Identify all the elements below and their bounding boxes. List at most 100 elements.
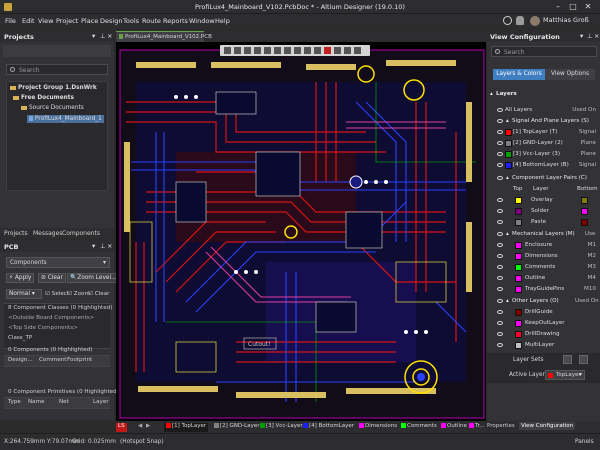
tab-layers-colors[interactable]: Layers & Colors: [493, 69, 545, 80]
tab-projects[interactable]: Projects: [4, 230, 28, 237]
layer-row-gnd[interactable]: [2] GND-Layer (2) Plane: [487, 139, 600, 149]
visibility-eye-icon[interactable]: [497, 220, 503, 224]
color-swatch[interactable]: [505, 140, 512, 147]
class-item[interactable]: Class_TP: [8, 335, 32, 341]
maximize-button[interactable]: □: [568, 2, 578, 12]
top-color-swatch[interactable]: [515, 208, 522, 215]
mech-row-outline[interactable]: Outline M4: [487, 274, 600, 284]
layer-tab-vcc[interactable]: [3] Vcc-Layer: [260, 423, 303, 432]
col-net[interactable]: Net: [59, 399, 69, 405]
document-tab[interactable]: ProfiLux4_Mainboard_V102.PCB: [116, 31, 212, 42]
visibility-eye-icon[interactable]: [497, 276, 503, 280]
panels-button[interactable]: Panels: [575, 439, 594, 445]
menu-reports[interactable]: Reports: [163, 17, 188, 25]
layer-tab-outline[interactable]: Outline: [441, 423, 467, 432]
visibility-eye-icon[interactable]: [497, 310, 503, 314]
select-checkbox[interactable]: ☑ Select: [45, 291, 69, 297]
layer-row-toplayer[interactable]: [1] TopLayer (T) Signal: [487, 128, 600, 138]
top-color-swatch[interactable]: [515, 219, 522, 226]
col-comment[interactable]: Comment: [39, 357, 66, 363]
scroll-right-icon[interactable]: ▶: [146, 423, 150, 432]
panel-menu-icon[interactable]: ▾: [92, 242, 95, 250]
col-designator[interactable]: Design...: [8, 357, 33, 363]
tab-view-configuration[interactable]: View Configuration: [519, 422, 576, 430]
bottom-color-swatch[interactable]: [581, 197, 588, 204]
pair-row-overlay[interactable]: Overlay: [487, 196, 600, 206]
menu-project[interactable]: Project: [56, 17, 78, 25]
visibility-eye-icon[interactable]: [497, 152, 503, 156]
other-row-keepout[interactable]: KeepOutLayer: [487, 319, 600, 329]
tab-messages[interactable]: Messages: [33, 230, 62, 237]
visibility-eye-icon[interactable]: [497, 343, 503, 347]
tree-free-documents[interactable]: Free Documents: [13, 95, 74, 101]
pair-row-paste[interactable]: Paste: [487, 218, 600, 228]
col-name[interactable]: Name: [28, 399, 45, 405]
tab-view-options[interactable]: View Options: [545, 69, 595, 80]
col-footprint[interactable]: Footprint: [67, 357, 92, 363]
layer-tab-comments[interactable]: Comments: [401, 423, 437, 432]
menu-view[interactable]: View: [38, 17, 53, 25]
pcb-mode-select[interactable]: Components ▾: [6, 257, 110, 268]
other-section-header[interactable]: ▴ Other Layers (O) Used On: [487, 297, 600, 307]
layer-row-bottomlayer[interactable]: [4] BottomLayer (B) Signal: [487, 161, 600, 171]
other-row-drilldrawing[interactable]: DrillDrawing: [487, 330, 600, 340]
visibility-eye-icon[interactable]: [497, 130, 503, 134]
panel-menu-icon[interactable]: ▾: [92, 32, 95, 40]
visibility-eye-icon[interactable]: [497, 287, 503, 291]
clear-button[interactable]: ⊘ Clear: [38, 273, 66, 283]
gear-icon[interactable]: [503, 16, 512, 25]
mech-row-comments[interactable]: Comments M3: [487, 263, 600, 273]
color-swatch[interactable]: [505, 162, 512, 169]
all-layers-row[interactable]: All Layers Used On: [487, 106, 600, 116]
close-panel-icon[interactable]: ×: [107, 242, 112, 250]
menu-edit[interactable]: Edit: [22, 17, 35, 25]
menu-tools[interactable]: Tools: [123, 17, 139, 25]
pair-row-solder[interactable]: Solder: [487, 207, 600, 217]
minimize-button[interactable]: –: [553, 2, 563, 12]
menu-window[interactable]: Window: [189, 17, 215, 25]
color-swatch[interactable]: [515, 286, 522, 293]
top-color-swatch[interactable]: [515, 197, 522, 204]
close-panel-icon[interactable]: ×: [594, 32, 599, 40]
layer-tab-gnd[interactable]: [2] GND-Layer: [214, 423, 259, 432]
visibility-eye-icon[interactable]: [497, 243, 503, 247]
menu-design[interactable]: Design: [100, 17, 122, 25]
layer-tab-toplayer[interactable]: [1] TopLayer: [164, 423, 209, 432]
visibility-eye-icon[interactable]: [497, 299, 503, 303]
close-button[interactable]: ✕: [583, 2, 593, 12]
visibility-eye-icon[interactable]: [497, 176, 503, 180]
visibility-eye-icon[interactable]: [497, 265, 503, 269]
bottom-color-swatch[interactable]: [581, 219, 588, 226]
mech-row-trayguidepins[interactable]: TrayGuidePins M10: [487, 285, 600, 295]
layers-section-header[interactable]: ▴ Layers: [487, 90, 600, 100]
visibility-eye-icon[interactable]: [497, 232, 503, 236]
projects-search-input[interactable]: Search: [6, 64, 108, 75]
user-avatar[interactable]: [530, 16, 540, 26]
color-swatch[interactable]: [505, 129, 512, 136]
close-panel-icon[interactable]: ×: [107, 32, 112, 40]
menu-help[interactable]: Help: [215, 17, 230, 25]
color-swatch[interactable]: [515, 242, 522, 249]
zoom-checkbox[interactable]: ☑ Zoom: [67, 291, 90, 297]
layer-tab-trayguide[interactable]: Tr...: [469, 423, 485, 432]
zoom-level-button[interactable]: 🔍Zoom Level...: [67, 273, 120, 283]
layer-sets-settings-button[interactable]: [579, 355, 588, 364]
color-swatch[interactable]: [515, 342, 522, 349]
visibility-eye-icon[interactable]: [497, 163, 503, 167]
pcb-editor-canvas[interactable]: Cutout!: [116, 42, 486, 421]
tree-source-documents[interactable]: Source Documents: [21, 105, 84, 111]
col-layer[interactable]: Layer: [93, 399, 109, 405]
visibility-eye-icon[interactable]: [497, 198, 503, 202]
pin-icon[interactable]: ⊥: [100, 242, 106, 250]
color-swatch[interactable]: [515, 253, 522, 260]
visibility-eye-icon[interactable]: [497, 321, 503, 325]
col-type[interactable]: Type: [8, 399, 21, 405]
tab-properties[interactable]: Properties: [487, 423, 515, 429]
menu-file[interactable]: File: [5, 17, 16, 25]
visibility-eye-icon[interactable]: [497, 141, 503, 145]
color-swatch[interactable]: [505, 151, 512, 158]
notification-bell-icon[interactable]: [516, 16, 524, 25]
color-swatch[interactable]: [515, 309, 522, 316]
visibility-eye-icon[interactable]: [497, 209, 503, 213]
pairs-section-header[interactable]: ▴ Component Layer Pairs (C): [487, 174, 600, 184]
